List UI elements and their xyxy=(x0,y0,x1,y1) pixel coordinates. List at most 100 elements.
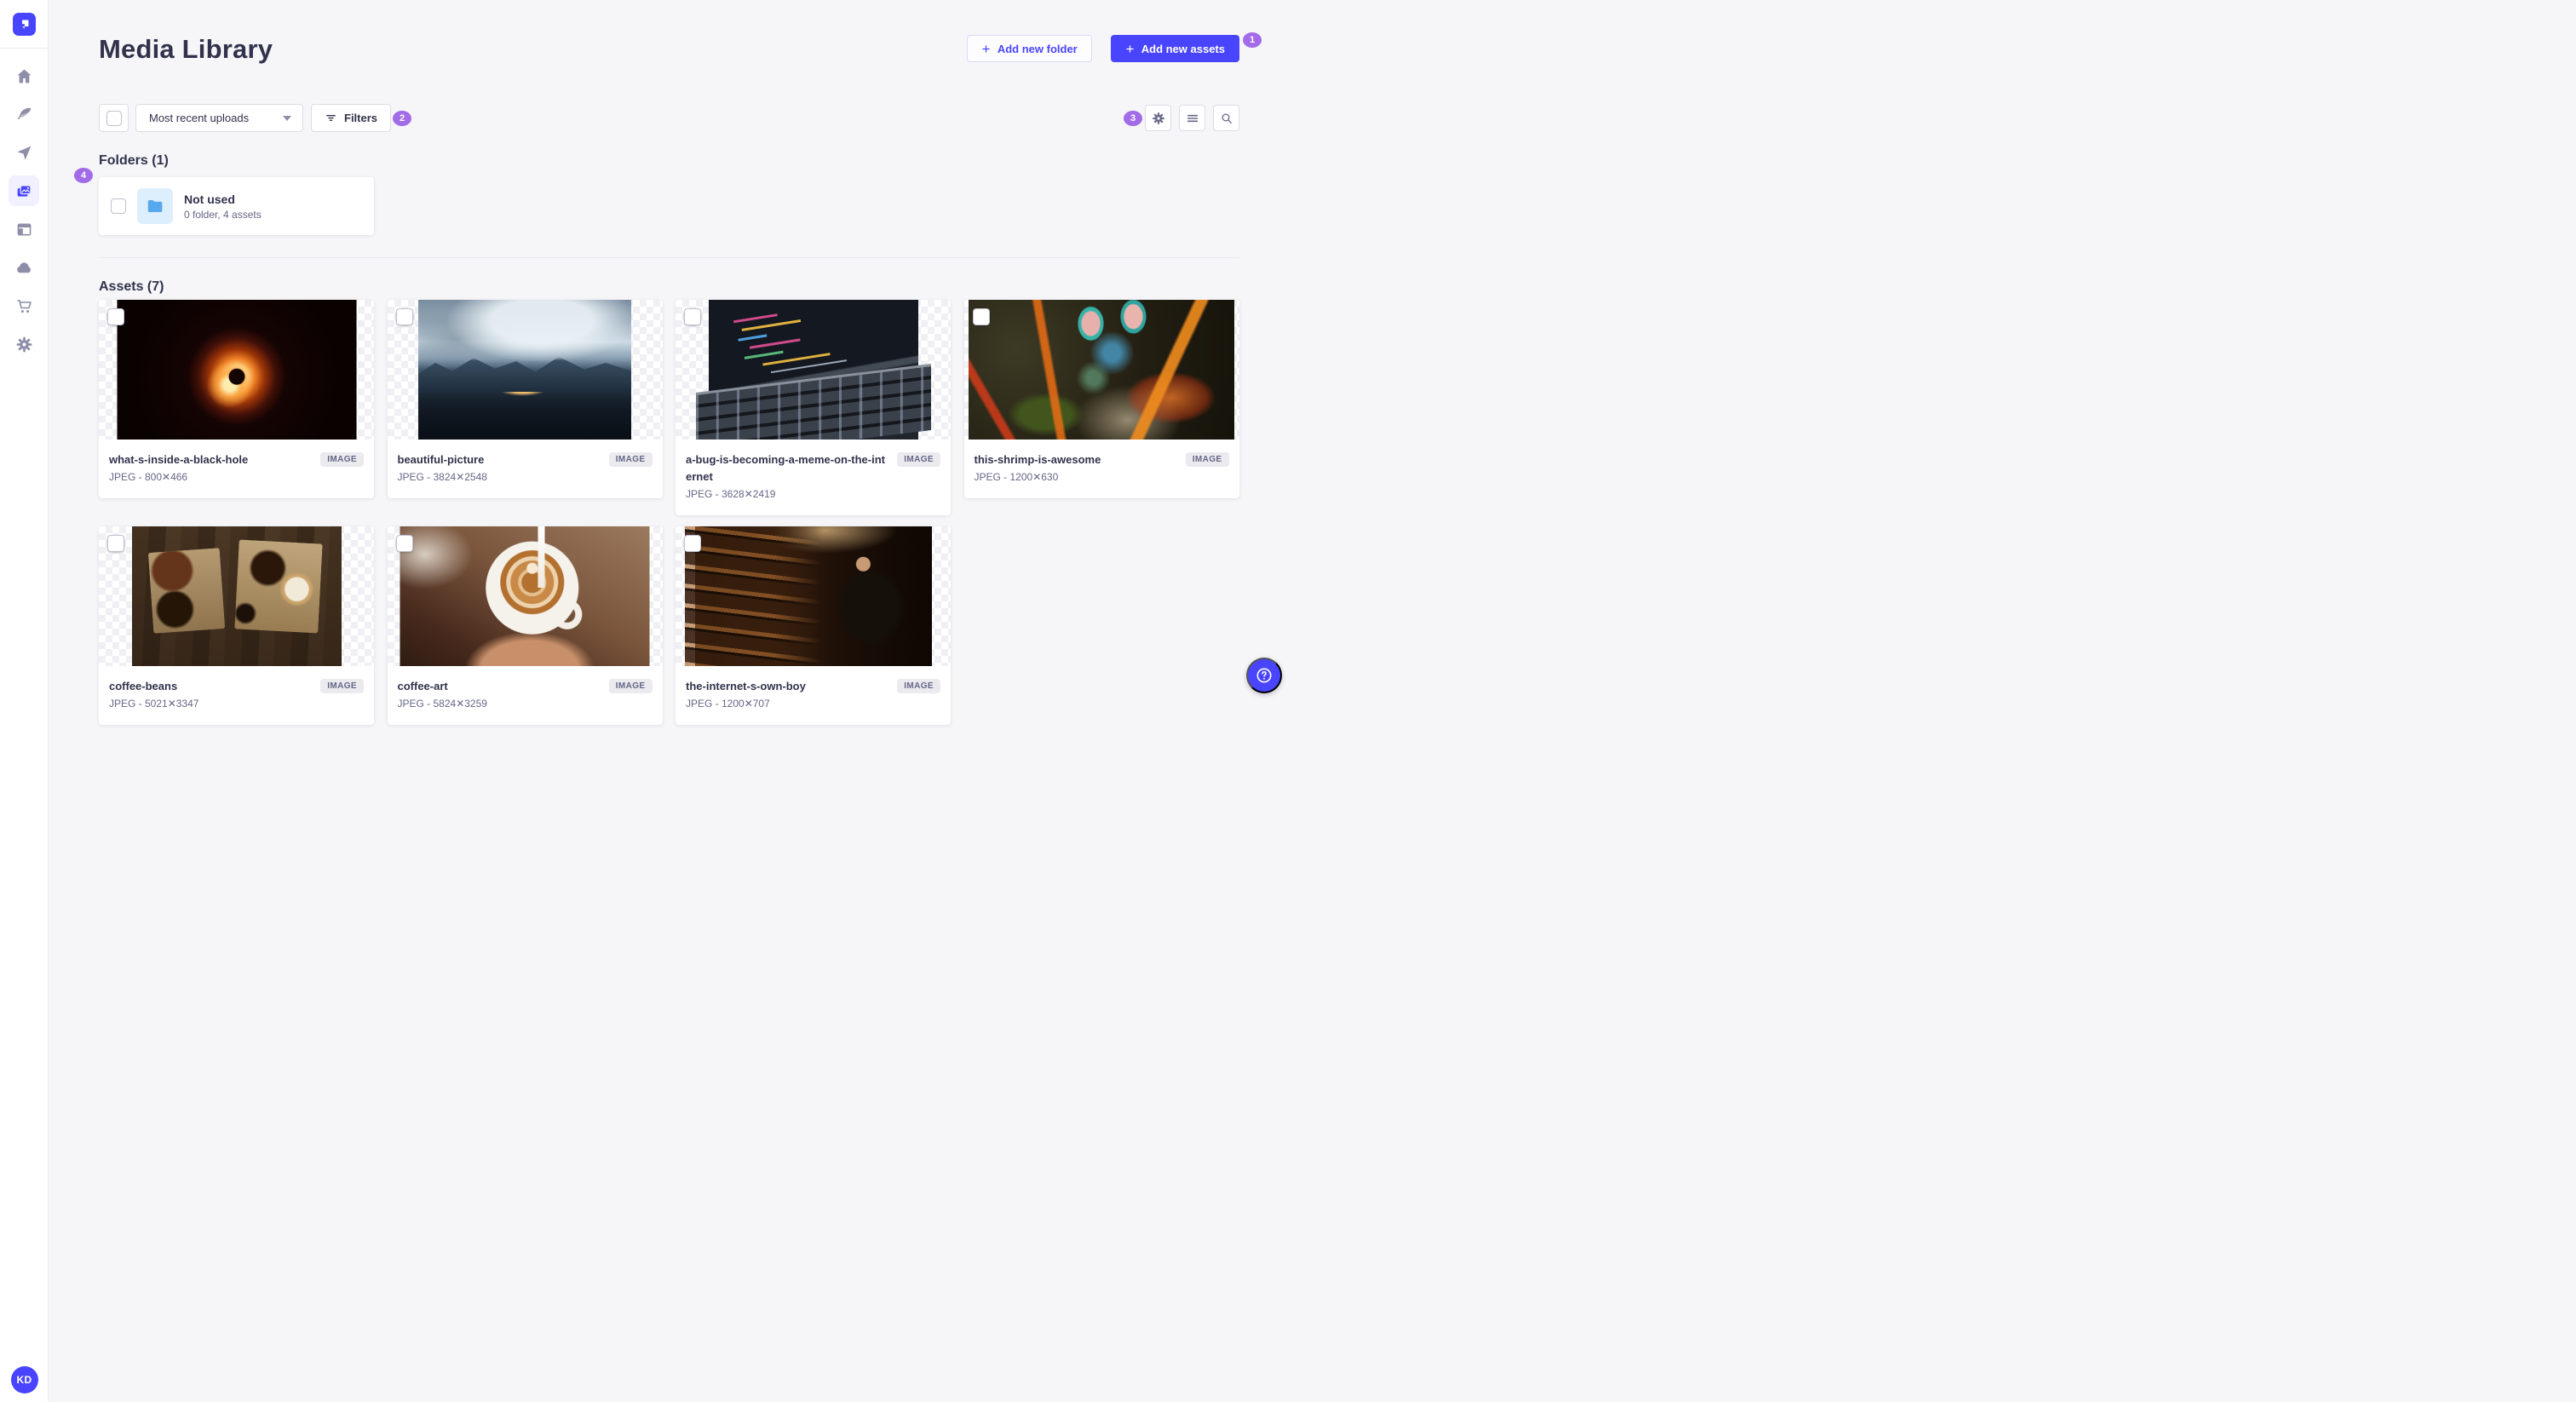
sort-select-value: Most recent uploads xyxy=(149,112,250,124)
asset-meta: JPEG - 3824✕2548 xyxy=(397,471,487,483)
asset-checkbox[interactable] xyxy=(107,308,124,325)
folder-card[interactable]: Not used 0 folder, 4 assets xyxy=(99,177,374,235)
asset-checkbox[interactable] xyxy=(107,535,124,552)
asset-checkbox[interactable] xyxy=(395,535,413,552)
select-all-checkbox-frame[interactable] xyxy=(99,104,129,132)
annotation-marker-3: 3 xyxy=(1124,111,1142,126)
sidebar-item-releases[interactable] xyxy=(9,137,39,168)
page-title: Media Library xyxy=(99,34,273,64)
asset-name: coffee-beans xyxy=(109,680,178,692)
asset-card[interactable]: coffee-beans JPEG - 5021✕3347 IMAGE xyxy=(99,526,374,725)
asset-meta: JPEG - 5824✕3259 xyxy=(397,698,487,710)
asset-type-badge: IMAGE xyxy=(897,679,940,693)
gear-icon xyxy=(1152,112,1164,124)
toolbar-view-options xyxy=(1145,105,1239,131)
asset-image xyxy=(694,526,932,666)
asset-image xyxy=(117,300,356,440)
asset-meta: JPEG - 5021✕3347 xyxy=(109,698,199,710)
asset-name: beautiful-picture xyxy=(397,453,485,466)
select-all-checkbox[interactable] xyxy=(106,110,122,126)
folder-checkbox[interactable] xyxy=(111,198,126,214)
paper-plane-icon xyxy=(16,146,31,160)
gear-icon xyxy=(16,336,32,352)
asset-card-footer: coffee-art JPEG - 5824✕3259 IMAGE xyxy=(388,666,663,725)
asset-card[interactable]: what-s-inside-a-black-hole JPEG - 800✕46… xyxy=(99,300,374,498)
sort-select[interactable]: Most recent uploads xyxy=(135,104,303,132)
avatar[interactable]: KD xyxy=(10,1366,38,1393)
add-new-assets-button[interactable]: Add new assets xyxy=(1110,35,1239,62)
feather-icon xyxy=(17,107,31,119)
asset-card-footer: this-shrimp-is-awesome JPEG - 1200✕630 I… xyxy=(964,440,1239,498)
sidebar-item-settings[interactable] xyxy=(9,329,39,359)
asset-card[interactable]: a-bug-is-becoming-a-meme-on-the-internet… xyxy=(676,300,951,515)
list-view-button[interactable] xyxy=(1179,105,1205,131)
asset-checkbox[interactable] xyxy=(684,308,701,325)
asset-type-badge: IMAGE xyxy=(608,452,653,467)
main-content: Media Library Add new folder Add new ass… xyxy=(49,0,1288,725)
asset-card-footer: beautiful-picture JPEG - 3824✕2548 IMAGE xyxy=(388,440,663,498)
plus-icon xyxy=(1125,44,1134,53)
add-new-assets-label: Add new assets xyxy=(1141,42,1225,55)
folder-subtitle: 0 folder, 4 assets xyxy=(184,208,262,221)
add-new-folder-label: Add new folder xyxy=(997,42,1078,55)
asset-card[interactable]: this-shrimp-is-awesome JPEG - 1200✕630 I… xyxy=(963,300,1239,498)
asset-card[interactable]: coffee-art JPEG - 5824✕3259 IMAGE xyxy=(387,526,663,725)
list-icon xyxy=(1187,114,1198,122)
asset-image xyxy=(418,300,631,440)
configure-view-button[interactable] xyxy=(1145,105,1171,131)
sidebar-item-cloud[interactable] xyxy=(9,252,39,283)
filter-icon xyxy=(326,115,336,121)
cart-icon xyxy=(16,299,32,313)
sidebar: KD xyxy=(0,0,49,1402)
sidebar-user[interactable]: KD xyxy=(0,1366,49,1393)
search-icon xyxy=(1221,112,1232,124)
annotation-marker-4: 4 xyxy=(74,168,93,183)
filters-button[interactable]: Filters xyxy=(311,104,392,132)
asset-card-footer: what-s-inside-a-black-hole JPEG - 800✕46… xyxy=(99,440,374,498)
asset-thumbnail xyxy=(676,300,951,440)
page-header: Media Library Add new folder Add new ass… xyxy=(99,32,1239,66)
section-divider xyxy=(99,257,1239,258)
header-actions: Add new folder Add new assets xyxy=(966,35,1239,62)
asset-thumbnail xyxy=(387,526,663,666)
asset-meta: JPEG - 800✕466 xyxy=(109,471,188,483)
folder-icon-box xyxy=(137,188,173,224)
asset-type-badge: IMAGE xyxy=(1185,452,1229,467)
asset-name: what-s-inside-a-black-hole xyxy=(109,453,249,466)
asset-type-badge: IMAGE xyxy=(320,452,364,467)
assets-heading: Assets (7) xyxy=(99,279,164,294)
asset-type-badge: IMAGE xyxy=(320,679,364,693)
asset-card[interactable]: the-internet-s-own-boy JPEG - 1200✕707 I… xyxy=(676,526,951,725)
sidebar-item-media-library[interactable] xyxy=(9,175,39,206)
home-icon xyxy=(17,69,31,83)
asset-meta: JPEG - 1200✕630 xyxy=(974,471,1059,483)
search-button[interactable] xyxy=(1213,105,1239,131)
annotation-marker-2: 2 xyxy=(393,111,411,126)
cloud-icon xyxy=(16,261,31,273)
asset-type-badge: IMAGE xyxy=(608,679,653,693)
layout-icon xyxy=(17,223,31,235)
sidebar-item-home[interactable] xyxy=(9,60,39,91)
asset-name: this-shrimp-is-awesome xyxy=(974,453,1101,466)
sidebar-item-content-type-builder[interactable] xyxy=(9,214,39,244)
asset-thumbnail xyxy=(99,526,374,666)
sidebar-item-marketplace[interactable] xyxy=(9,290,39,321)
asset-name: the-internet-s-own-boy xyxy=(686,680,806,692)
annotation-marker-1: 1 xyxy=(1243,32,1262,48)
filters-label: Filters xyxy=(344,112,378,124)
asset-checkbox[interactable] xyxy=(395,308,413,325)
asset-thumbnail xyxy=(99,300,374,440)
sidebar-item-content-manager[interactable] xyxy=(9,99,39,129)
folder-icon xyxy=(147,199,163,213)
asset-image xyxy=(131,526,342,666)
asset-checkbox[interactable] xyxy=(972,308,990,325)
asset-thumbnail xyxy=(387,300,663,440)
asset-card[interactable]: beautiful-picture JPEG - 3824✕2548 IMAGE xyxy=(387,300,663,498)
asset-image xyxy=(400,526,650,666)
strapi-logo[interactable] xyxy=(12,13,36,36)
plus-icon xyxy=(982,44,990,53)
add-new-folder-button[interactable]: Add new folder xyxy=(966,35,1092,62)
folders-heading: Folders (1) xyxy=(99,153,169,168)
help-button[interactable] xyxy=(1246,658,1282,693)
asset-checkbox[interactable] xyxy=(684,535,701,552)
